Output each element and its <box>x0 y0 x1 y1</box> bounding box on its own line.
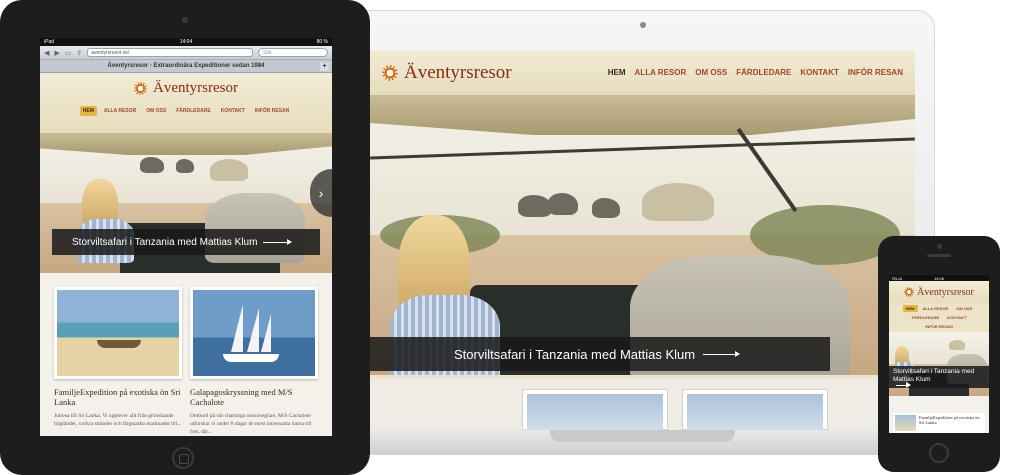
laptop-screen: Äventyrsresor HEM ALLA RESOR OM OSS FÄRD… <box>370 50 915 430</box>
bookmarks-icon[interactable]: ▭ <box>65 49 72 57</box>
trip-card-text: Ombord på vår charmiga motorseglare, M/S… <box>190 413 312 435</box>
trip-card-sri-lanka[interactable]: FamiljeExpedition på exotiska ön Sri Lan… <box>893 413 985 433</box>
nav-item-infor-resan[interactable]: INFÖR RESAN <box>922 323 956 330</box>
laptop-camera <box>640 22 646 28</box>
forward-icon[interactable]: ▶ <box>54 49 59 57</box>
nav-item-om-oss[interactable]: OM OSS <box>143 106 169 116</box>
nav-item-om-oss[interactable]: OM OSS <box>695 68 727 77</box>
beach-photo <box>895 415 916 431</box>
featured-trips <box>370 379 915 430</box>
sun-logo-icon <box>134 82 147 95</box>
nav-item-fardledare[interactable]: FÄRDLEDARE <box>736 68 791 77</box>
hero-caption[interactable]: Storviltsafari i Tanzania med Mattias Kl… <box>370 337 830 371</box>
phone-camera <box>937 244 942 249</box>
phone-speaker <box>927 254 951 257</box>
hero-caption[interactable]: Storviltsafari i Tanzania med Mattias Kl… <box>889 366 989 388</box>
site-logo[interactable]: Äventyrsresor <box>134 80 238 97</box>
trip-card[interactable] <box>522 389 668 430</box>
ios-status-bar: iPad 14:04 80 % <box>40 38 332 46</box>
back-icon[interactable]: ◀ <box>44 49 49 57</box>
home-button[interactable] <box>172 447 194 469</box>
home-button[interactable] <box>929 443 949 463</box>
logo-text: Äventyrsresor <box>917 286 974 298</box>
arrow-right-icon <box>703 350 741 357</box>
arrow-right-icon <box>263 238 293 245</box>
nav-item-alla-resor[interactable]: ALLA RESOR <box>920 305 952 312</box>
beach-photo <box>54 287 182 379</box>
browser-toolbar: ◀ ▶ ▭ ⇪ aventyrsresor.se/ Sök <box>40 46 332 60</box>
phone-screen: TELIA 14:06 Äventyrsresor HEM ALLA RESOR… <box>889 275 989 433</box>
new-tab-icon[interactable]: + <box>320 62 329 71</box>
hero-caption[interactable]: Storviltsafari i Tanzania med Mattias Kl… <box>52 229 320 255</box>
nav-item-fardledare[interactable]: FÄRDLEDARE <box>909 314 943 321</box>
hero-slideshow[interactable]: › Storviltsafari i Tanzania med Mattias … <box>40 133 332 273</box>
laptop-device: Äventyrsresor HEM ALLA RESOR OM OSS FÄRD… <box>350 10 935 465</box>
nav-item-kontakt[interactable]: KONTAKT <box>218 106 248 116</box>
clock: 14:06 <box>933 275 944 281</box>
nav-item-om-oss[interactable]: OM OSS <box>953 305 975 312</box>
browser-tab-title: Äventyrsresor - Extraordinära Expedition… <box>40 60 332 73</box>
tablet-camera <box>182 17 188 23</box>
sun-logo-icon <box>904 287 915 297</box>
nav-item-alla-resor[interactable]: ALLA RESOR <box>635 68 687 77</box>
nav-item-infor-resan[interactable]: INFÖR RESAN <box>252 106 292 116</box>
nav-item-hem[interactable]: HEM <box>902 305 918 312</box>
nav-item-kontakt[interactable]: KONTAKT <box>800 68 839 77</box>
laptop-trackpad-notch <box>550 430 735 442</box>
address-bar[interactable]: aventyrsresor.se/ <box>87 48 253 57</box>
trip-card-title[interactable]: FamiljeExpedition på exotiska ön Sri Lan… <box>54 387 182 407</box>
hero-slideshow[interactable]: Storviltsafari i Tanzania med Mattias Kl… <box>370 95 915 375</box>
trip-card-galapagos[interactable]: Galapagoskryssning med M/S Cachalote Omb… <box>190 287 318 436</box>
share-icon[interactable]: ⇪ <box>76 49 82 57</box>
trip-card-title[interactable]: Galapagoskryssning med M/S Cachalote <box>190 387 318 407</box>
clock: 14:04 <box>179 39 193 45</box>
sun-logo-icon <box>382 64 398 81</box>
main-nav: HEM ALLA RESOR OM OSS FÄRDLEDARE KONTAKT… <box>79 106 292 116</box>
device-showcase: Äventyrsresor HEM ALLA RESOR OM OSS FÄRD… <box>0 0 1013 475</box>
safari-photo <box>370 95 915 375</box>
nav-item-hem[interactable]: HEM <box>608 68 626 77</box>
trip-card[interactable] <box>682 389 828 430</box>
hero-caption-text: Storviltsafari i Tanzania med Mattias Kl… <box>454 346 696 362</box>
tablet-device: iPad 14:04 80 % ◀ ▶ ▭ ⇪ aventyrsresor.se… <box>0 0 370 475</box>
page-title: Äventyrsresor - Extraordinära Expedition… <box>107 63 265 69</box>
site-header: Äventyrsresor <box>889 281 989 303</box>
trip-card-text: Julresa till Sri Lanka. Vi upplever allt… <box>54 413 182 427</box>
nav-item-alla-resor[interactable]: ALLA RESOR <box>101 106 139 116</box>
trip-card-title: FamiljeExpedition på exotiska ön Sri Lan… <box>918 415 980 425</box>
phone-device: TELIA 14:06 Äventyrsresor HEM ALLA RESOR… <box>878 236 1000 472</box>
site-header: Äventyrsresor HEM ALLA RESOR OM OSS FÄRD… <box>370 50 915 99</box>
sailboat-photo <box>190 287 318 379</box>
nav-item-hem[interactable]: HEM <box>79 106 97 116</box>
logo-text: Äventyrsresor <box>153 80 238 96</box>
main-nav: HEM ALLA RESOR OM OSS FÄRDLEDARE KONTAKT… <box>608 68 903 77</box>
search-input[interactable]: Sök <box>258 48 328 57</box>
featured-trips: FamiljeExpedition på exotiska ön Sri Lan… <box>40 273 332 436</box>
hero-slideshow[interactable]: Storviltsafari i Tanzania med Mattias Kl… <box>889 332 989 396</box>
trip-card-sri-lanka[interactable]: FamiljeExpedition på exotiska ön Sri Lan… <box>54 287 182 428</box>
tablet-screen: iPad 14:04 80 % ◀ ▶ ▭ ⇪ aventyrsresor.se… <box>40 38 332 436</box>
nav-item-kontakt[interactable]: KONTAKT <box>944 314 969 321</box>
arrow-right-icon <box>896 381 911 388</box>
ios-status-bar: TELIA 14:06 <box>889 275 989 281</box>
logo-text: Äventyrsresor <box>404 61 512 83</box>
main-nav: HEM ALLA RESOR OM OSS FÄRDLEDARE KONTAKT… <box>889 303 989 332</box>
site-logo[interactable]: Äventyrsresor <box>382 62 512 84</box>
nav-item-fardledare[interactable]: FÄRDLEDARE <box>173 106 213 116</box>
site-header: Äventyrsresor HEM ALLA RESOR OM OSS FÄRD… <box>40 73 332 133</box>
nav-item-infor-resan[interactable]: INFÖR RESAN <box>848 68 903 77</box>
hero-caption-text: Storviltsafari i Tanzania med Mattias Kl… <box>72 236 258 248</box>
